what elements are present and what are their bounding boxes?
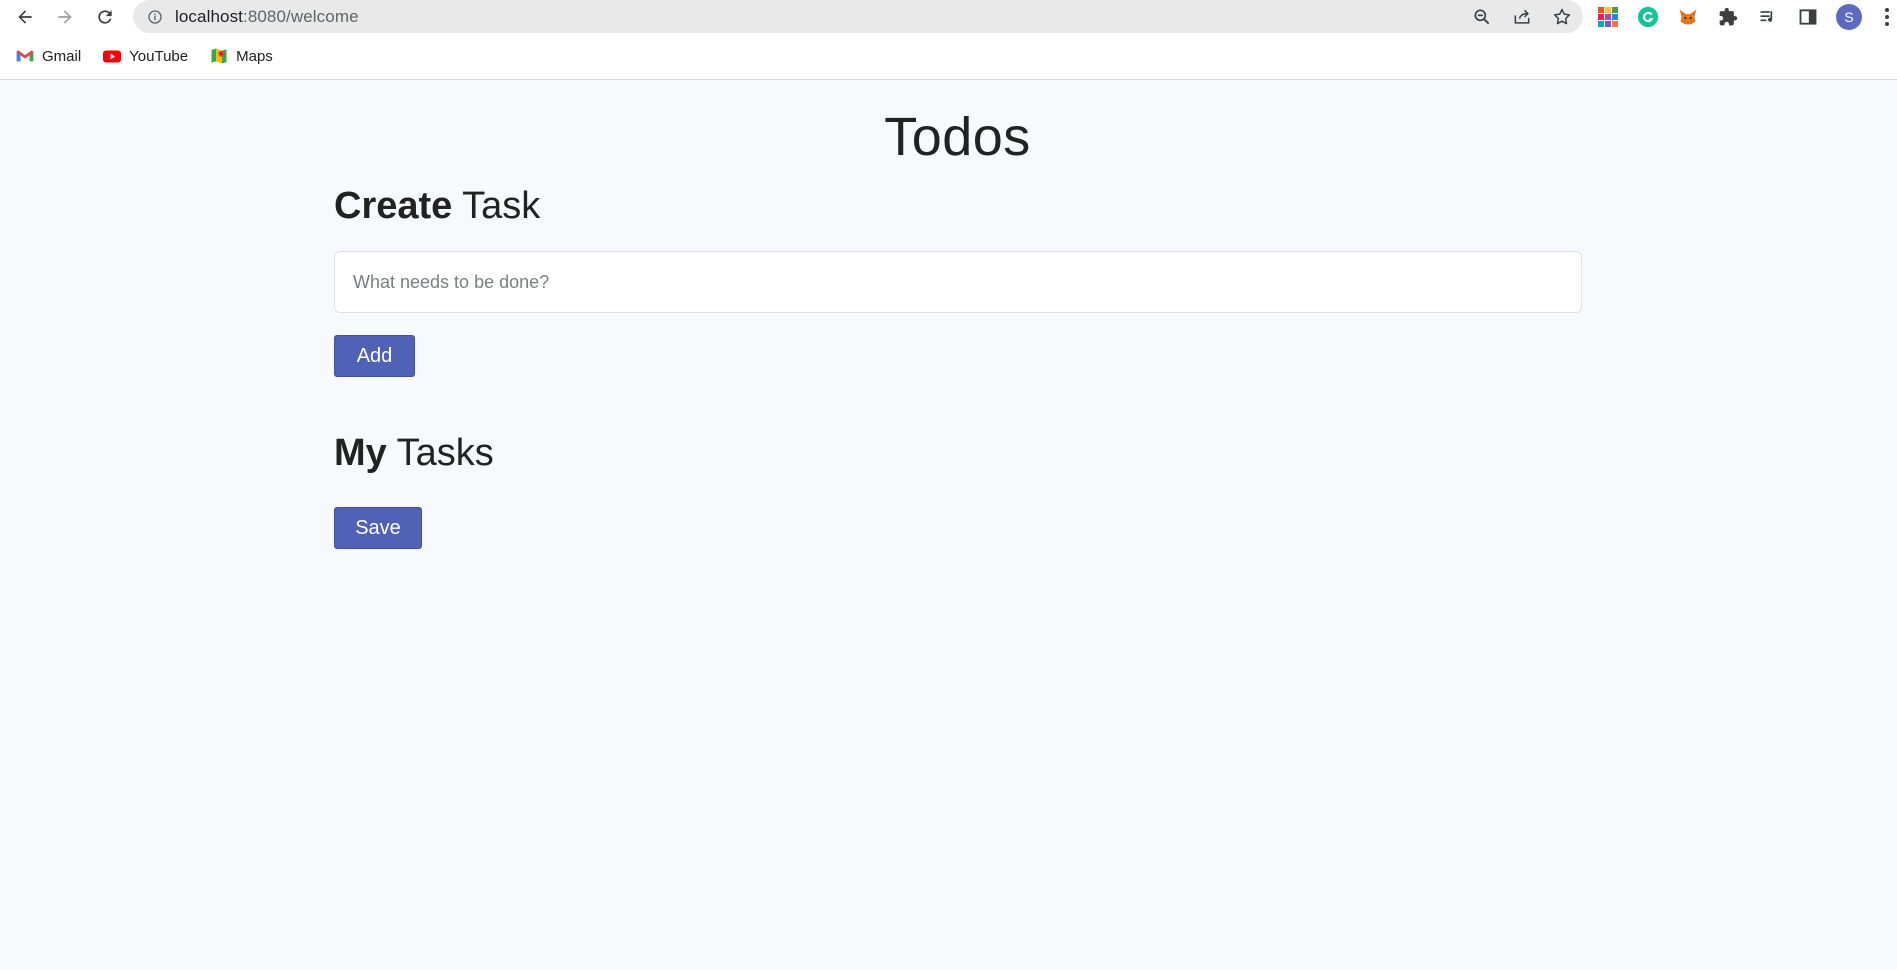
url-host: localhost <box>175 6 243 26</box>
back-arrow-icon <box>18 9 32 24</box>
gmail-icon <box>16 47 34 65</box>
share-icon[interactable] <box>1511 6 1533 28</box>
page-title: Todos <box>884 107 1031 167</box>
forward-arrow-icon <box>58 9 72 24</box>
browser-toolbar: localhost:8080/welcome S <box>0 0 1897 33</box>
browser-menu-icon[interactable] <box>1881 0 1893 33</box>
youtube-icon <box>103 47 122 65</box>
create-task-heading-bold: Create <box>334 185 453 227</box>
extensions-puzzle-icon[interactable] <box>1716 5 1740 29</box>
create-task-heading: Create Task <box>334 185 540 228</box>
zoom-out-icon[interactable] <box>1471 6 1493 28</box>
url-path: :8080/welcome <box>243 6 359 26</box>
maps-icon <box>210 47 228 65</box>
my-tasks-heading-rest: Tasks <box>386 432 494 474</box>
add-task-button[interactable]: Add <box>334 335 415 377</box>
save-button[interactable]: Save <box>334 507 422 549</box>
reload-icon <box>98 9 112 24</box>
grammarly-extension-icon[interactable] <box>1636 5 1660 29</box>
site-info-icon[interactable] <box>147 9 163 25</box>
bookmark-label: Maps <box>236 47 273 65</box>
media-control-icon[interactable] <box>1756 5 1780 29</box>
my-tasks-heading-bold: My <box>334 432 387 474</box>
forward-button[interactable] <box>45 0 85 33</box>
create-task-heading-rest: Task <box>452 185 541 227</box>
todos-page: Todos Create Task Add My Tasks Save <box>0 80 1897 970</box>
back-button[interactable] <box>5 0 45 33</box>
my-tasks-heading: My Tasks <box>334 432 494 475</box>
new-task-input[interactable] <box>334 251 1582 313</box>
reload-button[interactable] <box>85 0 125 33</box>
color-palette-extension-icon[interactable] <box>1596 5 1620 29</box>
side-panel-icon[interactable] <box>1796 5 1820 29</box>
bookmark-label: Gmail <box>42 47 82 65</box>
address-bar[interactable]: localhost:8080/welcome <box>133 0 1583 33</box>
bookmarks-bar: Gmail YouTube Maps <box>0 33 1897 80</box>
metamask-extension-icon[interactable] <box>1676 5 1700 29</box>
address-url[interactable]: localhost:8080/welcome <box>175 7 359 27</box>
bookmark-label: YouTube <box>129 47 189 65</box>
bookmark-star-icon[interactable] <box>1551 6 1573 28</box>
bookmark-gmail[interactable]: Gmail <box>16 47 81 65</box>
extensions-bar: S <box>1596 0 1862 33</box>
bookmark-maps[interactable]: Maps <box>210 47 273 65</box>
profile-avatar[interactable]: S <box>1836 3 1862 30</box>
bookmark-youtube[interactable]: YouTube <box>103 47 188 65</box>
